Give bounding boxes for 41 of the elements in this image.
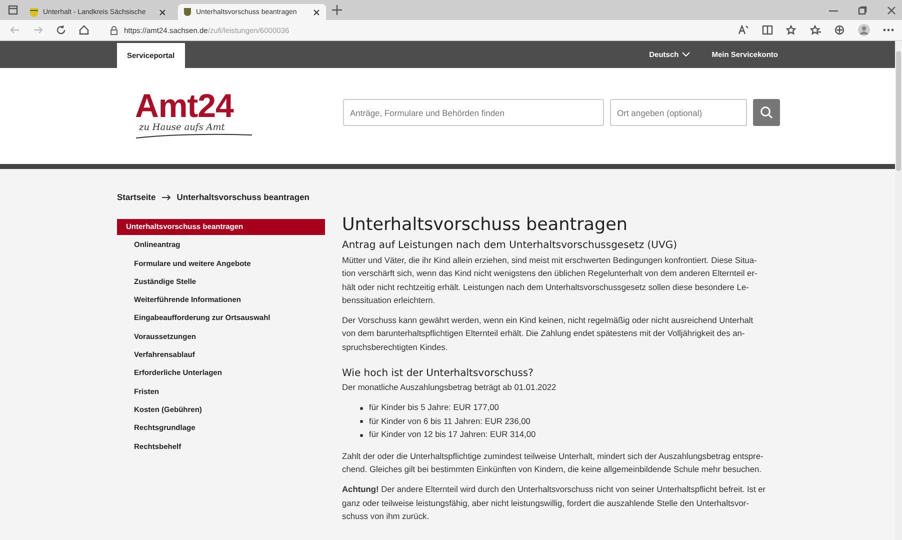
- read-aloud-icon[interactable]: [738, 25, 749, 35]
- paragraph: Zahlt der oder die Unterhaltspflichtige zumindest teilweise Unterhalt, mindert sich der Auszahlungsbetrag entspre- chend. Gleiches gilt bei bestimmten Einkünften von Kindern, die keine allgemeinbildende Schule mehr besuchen.: [342, 450, 764, 476]
- paragraph: Der monatliche Auszahlungsbetrag beträgt ab 01.01.2022: [342, 381, 558, 394]
- paragraph: Mütter und Väter, die ihr Kind allein erziehen, sind meist mit erschwerten Bedingungen konfrontiert. Diese Situa- tion verschärft sich, wenn das Kind nicht wenigstens den üblichen Regelunterhalt von dem anderen Elternteil er- hält oder nicht rechtzeitig erhält. Leistungen nach dem Unterhaltsvorschussgesetz sollen diese besondere Le- benssituation erleichtern.: [342, 254, 758, 307]
- page-subtitle: Antrag auf Leistungen nach dem Unterhaltsvorschussgesetz (UVG): [342, 240, 678, 251]
- home-icon[interactable]: [79, 25, 89, 35]
- bullet-icon: [360, 406, 363, 410]
- paragraph: Achtung! Der andere Elternteil wird durch den Unterhaltsvorschuss nicht von seiner Unterhaltspflicht befreit. Ist er ganz oder teilweise leistungsfähig, aber nicht leistungswillig, fordert die auszahlende Stelle den Unterhaltsvor- schuss von ihm zurück.: [342, 483, 767, 524]
- search-icon: [760, 106, 773, 119]
- lock-icon: [110, 26, 118, 34]
- restore-icon[interactable]: [858, 6, 867, 14]
- logo[interactable]: Amt24 zu Hause aufs Amt: [135, 90, 253, 138]
- list-item: für Kinder bis 5 Jahre: EUR 177,00: [369, 401, 499, 414]
- bullet-icon: [360, 434, 363, 437]
- paragraph: Der Vorschuss kann gewährt werden, wenn ein Kind keinen, nicht regelmäßig oder nicht ausreichend Unterhalt von dem barunterhaltspflichtigen Elternteil erhält. Die Zahlung endet spätestens mit der Volljährigkeit des an- spruchsberechtigten Kindes.: [342, 314, 754, 354]
- location-field[interactable]: Ort angeben (optional): [610, 99, 747, 126]
- search-button[interactable]: [753, 99, 780, 126]
- section-heading: Wie hoch ist der Unterhaltsvorschuss?: [342, 368, 534, 380]
- arrow-icon: [162, 194, 171, 200]
- avatar-icon[interactable]: [858, 24, 870, 36]
- breadcrumb-item[interactable]: Startseite: [117, 192, 156, 202]
- scrollbar[interactable]: [895, 41, 902, 540]
- page-title: Unterhaltsvorschuss beantragen: [342, 214, 628, 237]
- chevron-down-icon: [682, 52, 690, 57]
- favorites-icon[interactable]: [810, 25, 821, 35]
- reader-icon[interactable]: [762, 25, 773, 35]
- shield-icon: [184, 8, 191, 16]
- crest-icon: [30, 8, 38, 16]
- collections-icon[interactable]: [834, 25, 845, 35]
- more-icon[interactable]: [883, 28, 894, 32]
- close-icon[interactable]: [313, 8, 320, 16]
- search-field[interactable]: Anträge, Formulare und Behörden finden: [343, 99, 604, 126]
- close-icon[interactable]: [159, 8, 166, 16]
- bullet-icon: [360, 420, 363, 424]
- breadcrumb-item: Unterhaltsvorschuss beantragen: [176, 192, 310, 202]
- list-item: für Kinder von 6 bis 11 Jahren: EUR 236,00: [369, 414, 530, 428]
- reload-icon[interactable]: [56, 25, 66, 35]
- tab-actions-icon[interactable]: [8, 5, 18, 15]
- list-item: für Kinder von 12 bis 17 Jahren: EUR 314,00: [369, 428, 536, 442]
- plus-icon[interactable]: [332, 5, 342, 15]
- star-add-icon[interactable]: [786, 25, 797, 35]
